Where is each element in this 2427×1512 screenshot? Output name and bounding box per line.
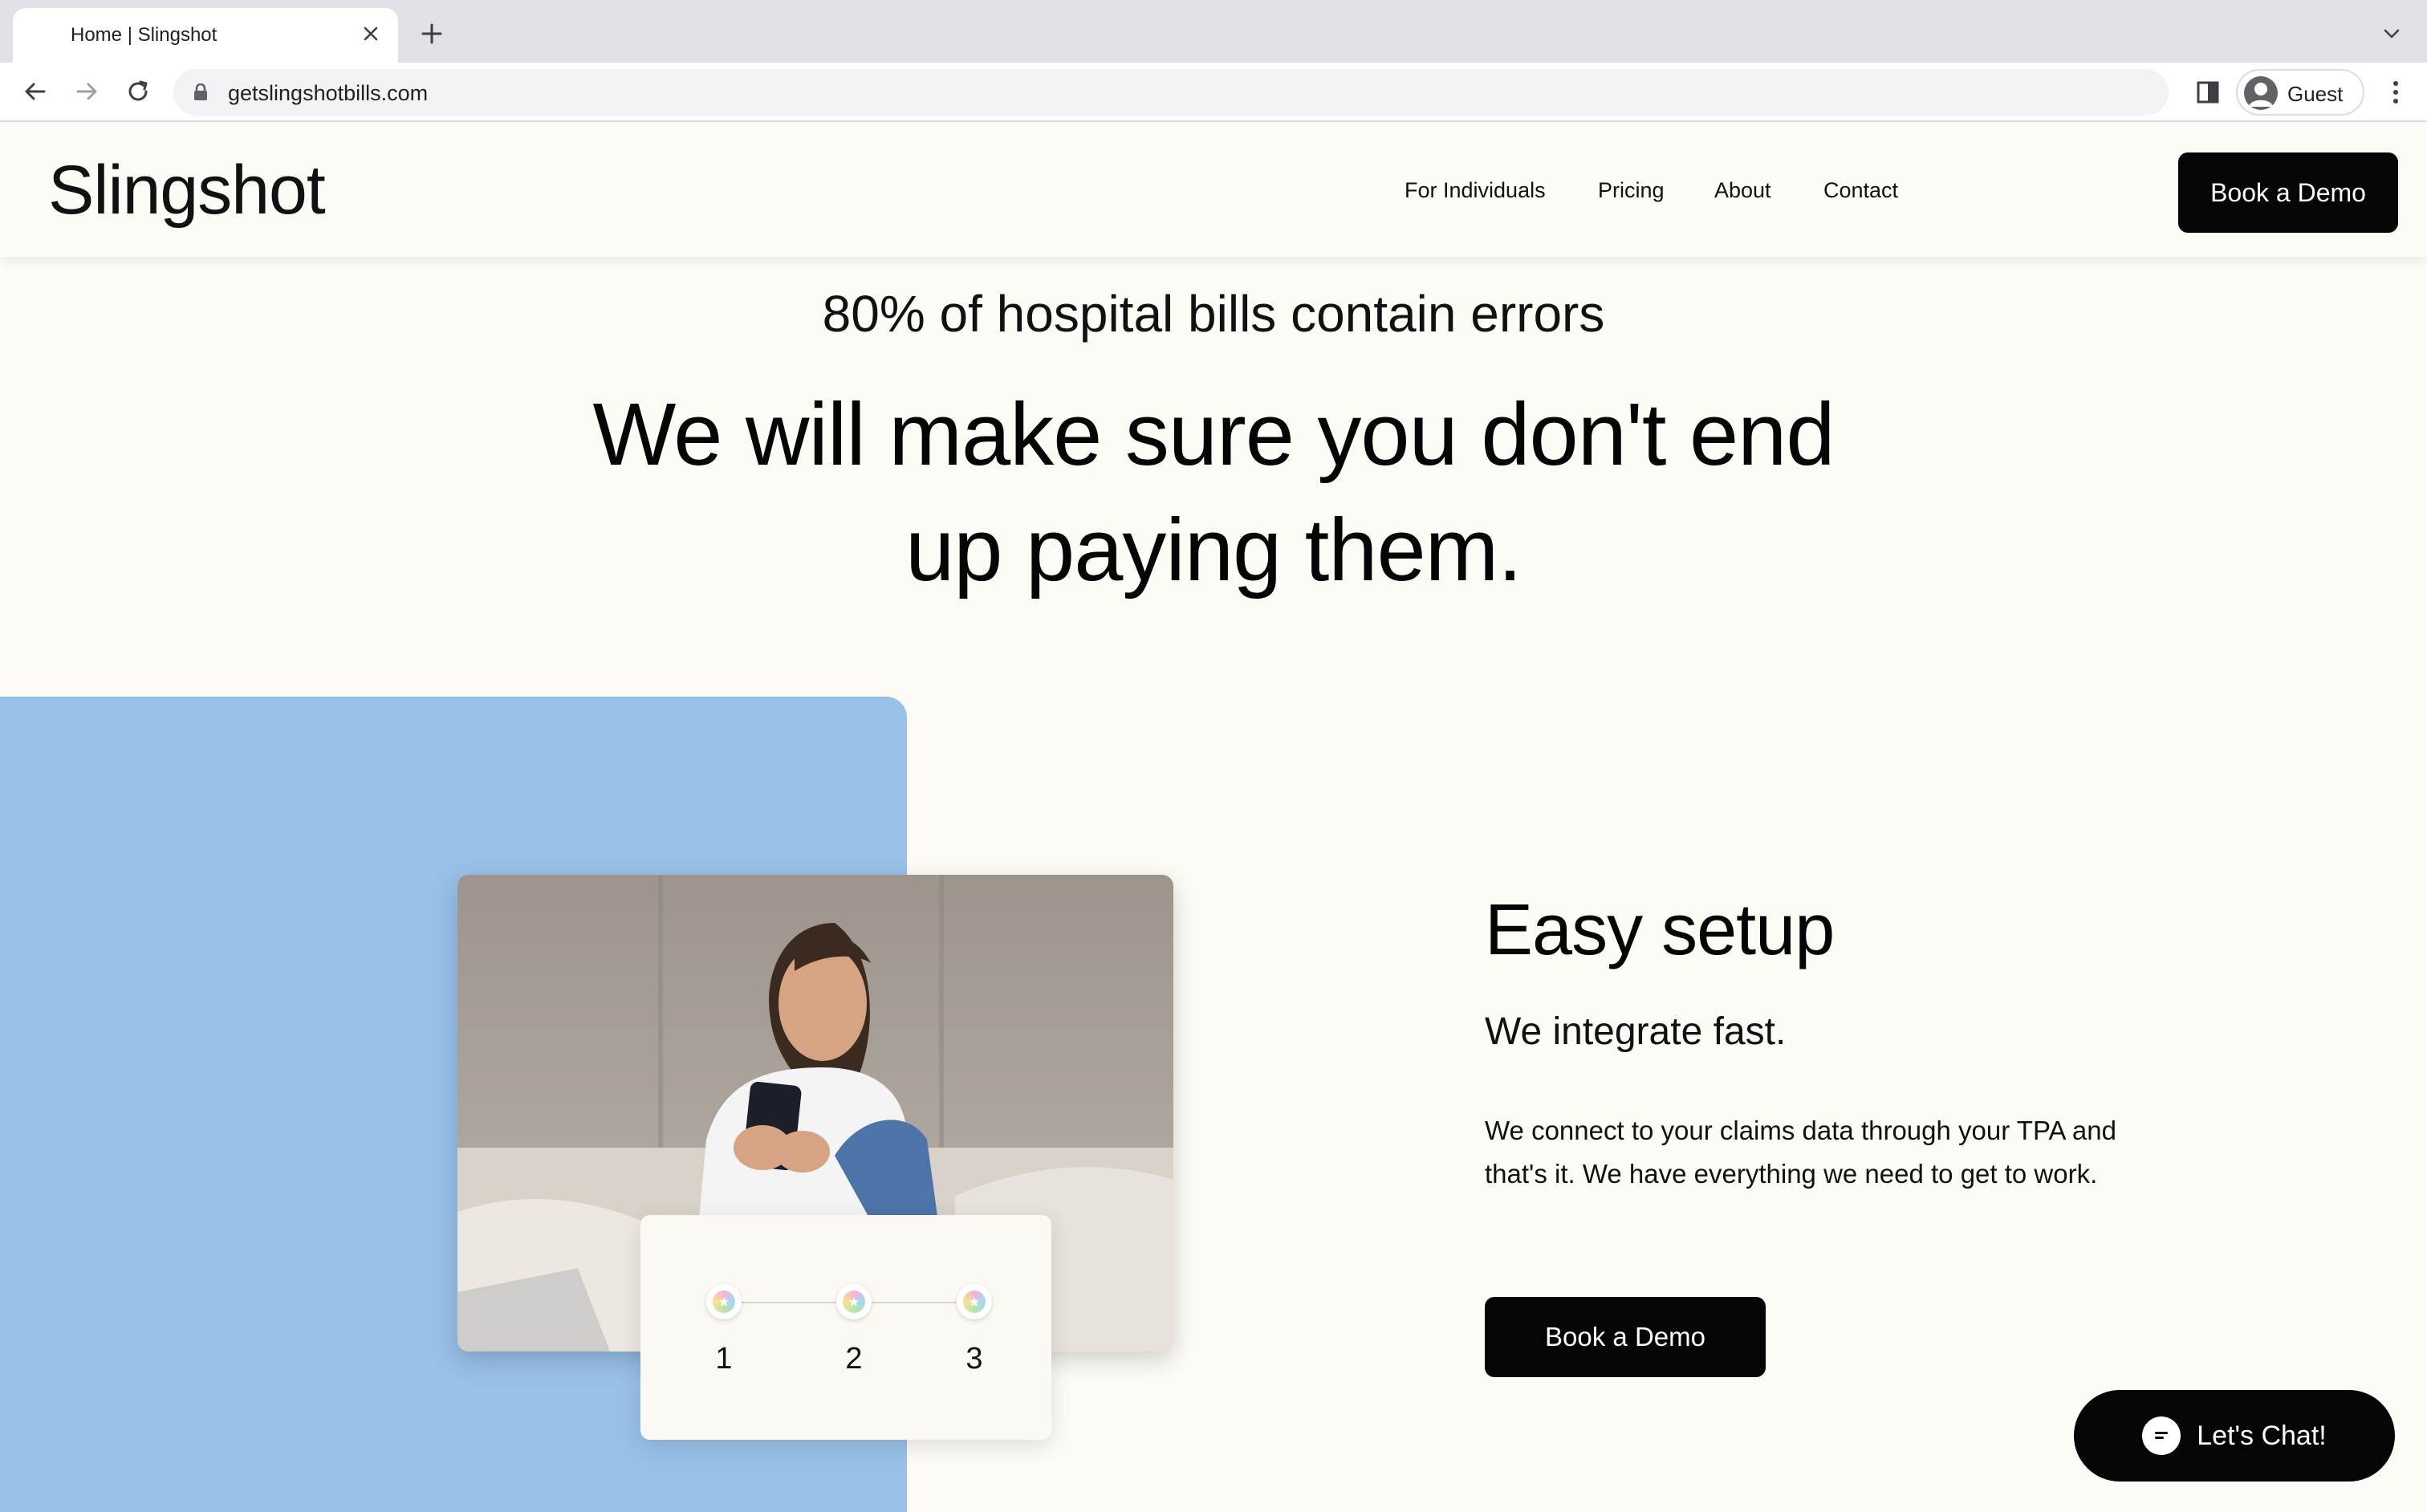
kebab-menu-icon[interactable]	[2376, 72, 2416, 112]
step-number: 3	[966, 1342, 983, 1376]
nav-link-for-individuals[interactable]: For Individuals	[1405, 178, 1546, 203]
nav-link-about[interactable]: About	[1714, 178, 1771, 203]
hero-eyebrow: 80% of hospital bills contain errors	[822, 285, 1605, 343]
browser-toolbar: getslingshotbills.com Guest	[0, 63, 2427, 122]
lock-icon[interactable]	[193, 83, 209, 101]
back-arrow-icon[interactable]	[18, 74, 53, 109]
hero-title: We will make sure you don't end up payin…	[592, 385, 1835, 600]
plus-icon[interactable]	[414, 16, 449, 51]
browser-tab[interactable]: Home | Slingshot	[13, 8, 398, 63]
step-connector	[742, 1302, 836, 1303]
book-demo-button[interactable]: Book a Demo	[1485, 1297, 1766, 1377]
avatar	[2244, 76, 2278, 110]
step-number: 1	[715, 1342, 733, 1376]
step-star-icon	[957, 1284, 992, 1319]
tab-title: Home | Slingshot	[71, 24, 217, 46]
book-demo-header-button[interactable]: Book a Demo	[2178, 152, 2398, 233]
setup-steps-card: 1 2 3	[640, 1215, 1051, 1440]
profile-button[interactable]: Guest	[2236, 69, 2364, 116]
feature-title: Easy setup	[1485, 890, 1835, 970]
site-header: Slingshot For Individuals Pricing About …	[0, 122, 2427, 257]
feature-description: We connect to your claims data through y…	[1485, 1116, 2116, 1189]
site-logo[interactable]: Slingshot	[48, 151, 326, 230]
chevron-down-icon[interactable]	[2376, 18, 2408, 50]
reload-icon[interactable]	[120, 74, 156, 109]
close-icon[interactable]	[355, 18, 387, 50]
feature-subtitle: We integrate fast.	[1485, 1010, 1787, 1053]
chat-button[interactable]: Let's Chat!	[2074, 1390, 2395, 1482]
nav-link-pricing[interactable]: Pricing	[1598, 178, 1665, 203]
nav-link-contact[interactable]: Contact	[1823, 178, 1898, 203]
step-connector	[872, 1302, 957, 1303]
step-number: 2	[845, 1342, 863, 1376]
browser-tab-strip: Home | Slingshot	[0, 0, 2427, 63]
forward-arrow-icon[interactable]	[69, 74, 104, 109]
url-text: getslingshotbills.com	[228, 81, 429, 105]
side-panel-icon[interactable]	[2188, 72, 2228, 112]
address-bar[interactable]: getslingshotbills.com	[173, 69, 2169, 116]
step-star-icon	[706, 1284, 742, 1319]
step-star-icon	[836, 1284, 872, 1319]
chat-bubble-icon	[2142, 1416, 2181, 1455]
profile-label: Guest	[2287, 82, 2344, 106]
chat-label: Let's Chat!	[2197, 1420, 2327, 1451]
